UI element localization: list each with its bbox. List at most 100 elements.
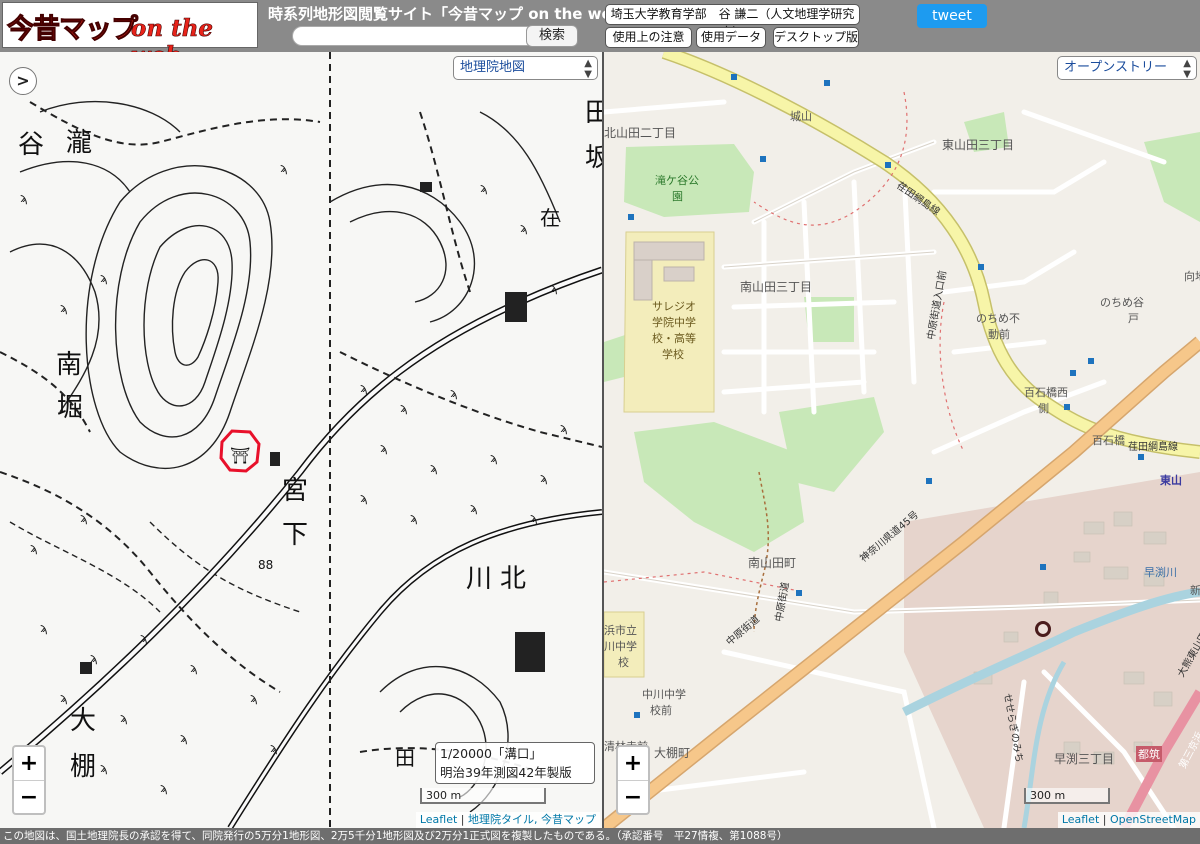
map-label: 園 xyxy=(672,190,683,203)
gsi-tiles-link[interactable]: 地理院タイル, 今昔マップ xyxy=(468,813,596,826)
map-label: 城山 xyxy=(790,110,812,123)
svg-text:ϡ: ϡ xyxy=(450,386,458,400)
map-label: 北 xyxy=(500,564,527,594)
right-layer-select[interactable]: オープンストリー ▲ ▼ xyxy=(1057,56,1197,80)
svg-text:ϡ: ϡ xyxy=(270,741,278,755)
data-used-button[interactable]: 使用データ xyxy=(696,27,766,48)
select-arrows-icon: ▲ ▼ xyxy=(1183,58,1191,80)
map-label: 下 xyxy=(282,520,309,550)
map-label: 百石橋 xyxy=(1092,434,1125,447)
svg-text:ϡ: ϡ xyxy=(530,511,538,525)
map-label: 棚 xyxy=(70,752,97,782)
map-label: 大 xyxy=(70,706,97,736)
search-button[interactable]: 検索 xyxy=(526,25,578,47)
map-label: 向地 xyxy=(1184,270,1200,283)
map-label: 南 xyxy=(56,350,83,380)
zoom-out-button[interactable]: − xyxy=(618,781,648,814)
map-label: 校前 xyxy=(650,704,672,717)
map-label: 川中学 xyxy=(604,640,637,653)
svg-text:ϡ: ϡ xyxy=(360,491,368,505)
map-label: 堀 xyxy=(57,393,84,423)
svg-text:ϡ: ϡ xyxy=(360,381,368,395)
leaflet-link[interactable]: Leaflet xyxy=(420,813,457,826)
right-zoom-control: + − xyxy=(616,745,650,815)
left-attribution: Leaflet | 地理院タイル, 今昔マップ xyxy=(415,812,600,828)
map-label: 学校 xyxy=(662,348,684,361)
elevation-label: 88 xyxy=(258,558,274,572)
site-logo[interactable]: 今昔マップ on the web xyxy=(2,2,258,69)
sidebar-toggle-button[interactable]: > xyxy=(9,67,37,95)
map-label: 瀧 xyxy=(66,128,93,158)
author-link[interactable]: 埼玉大学教育学部 谷 謙二（人文地理学研究室） xyxy=(605,4,860,39)
map-label: 浜市立 xyxy=(604,624,637,637)
svg-text:ϡ: ϡ xyxy=(520,221,528,235)
svg-text:ϡ: ϡ xyxy=(120,711,128,725)
osm-map-pane[interactable]: 北山田二丁目 城山 東山田三丁目 滝ケ谷公 園 南山田三丁目 サレジオ 学院中学… xyxy=(604,52,1200,828)
svg-text:ϡ: ϡ xyxy=(190,661,198,675)
zoom-in-button[interactable]: + xyxy=(618,747,648,781)
svg-text:ϡ: ϡ xyxy=(100,761,108,775)
svg-text:ϡ: ϡ xyxy=(160,781,168,795)
svg-text:ϡ: ϡ xyxy=(40,621,48,635)
svg-text:ϡ: ϡ xyxy=(380,441,388,455)
map-label: 川 xyxy=(466,564,493,594)
svg-text:ϡ: ϡ xyxy=(20,191,28,205)
osm-link[interactable]: OpenStreetMap xyxy=(1110,813,1196,826)
tweet-button[interactable]: tweet xyxy=(917,4,987,28)
location-marker-icon[interactable] xyxy=(1035,621,1051,637)
map-label: 宮 xyxy=(282,476,309,506)
map-label: 北山田二丁目 xyxy=(604,126,677,140)
left-scale-bar: 300 m xyxy=(420,788,546,804)
right-attribution: Leaflet | OpenStreetMap xyxy=(1057,812,1200,828)
desktop-version-button[interactable]: デスクトップ版 xyxy=(773,27,859,48)
select-arrows-icon: ▲ ▼ xyxy=(584,58,592,80)
map-label: 田 xyxy=(585,98,602,128)
right-layer-select-value: オープンストリー xyxy=(1064,60,1167,75)
svg-text:⛩: ⛩ xyxy=(230,446,250,465)
copyright-footer: この地図は、国土地理院長の承認を得て、同院発行の5万分1地形図、2万5千分1地形… xyxy=(0,828,1200,844)
map-label: 谷 xyxy=(18,130,45,160)
map-label: 都筑 xyxy=(1136,746,1162,762)
svg-text:ϡ: ϡ xyxy=(490,451,498,465)
left-layer-select[interactable]: 地理院地図 ▲ ▼ xyxy=(453,56,598,80)
map-label: 滝ケ谷公 xyxy=(655,174,699,187)
usage-notes-button[interactable]: 使用上の注意 xyxy=(605,27,692,48)
svg-text:ϡ: ϡ xyxy=(480,181,488,195)
header-bar: 今昔マップ on the web 時系列地形図閲覧サイト「今昔マップ on th… xyxy=(0,0,1200,69)
map-edition-caption: 1/20000「溝口」 明治39年測図42年製版 xyxy=(435,742,595,784)
svg-text:ϡ: ϡ xyxy=(250,691,258,705)
caption-scale-name: 1/20000「溝口」 xyxy=(440,746,542,761)
map-label: 戸 xyxy=(1128,312,1139,325)
svg-text:ϡ: ϡ xyxy=(430,461,438,475)
map-label: 在 xyxy=(540,206,560,230)
svg-text:ϡ: ϡ xyxy=(550,281,558,295)
svg-text:ϡ: ϡ xyxy=(180,731,188,745)
map-label: 中川中学 xyxy=(642,688,686,701)
attribution-separator: | xyxy=(1099,813,1110,826)
svg-text:ϡ: ϡ xyxy=(60,691,68,705)
search-input[interactable] xyxy=(292,26,536,46)
svg-text:ϡ: ϡ xyxy=(280,161,288,175)
right-scale-bar: 300 m xyxy=(1024,788,1110,804)
svg-text:ϡ: ϡ xyxy=(80,511,88,525)
map-label: 田 xyxy=(395,746,415,770)
svg-text:ϡ: ϡ xyxy=(540,471,548,485)
svg-text:ϡ: ϡ xyxy=(560,421,568,435)
leaflet-link[interactable]: Leaflet xyxy=(1062,813,1099,826)
svg-text:ϡ: ϡ xyxy=(470,501,478,515)
svg-text:ϡ: ϡ xyxy=(60,301,68,315)
svg-text:ϡ: ϡ xyxy=(30,541,38,555)
zoom-out-button[interactable]: − xyxy=(14,781,44,814)
logo-japanese: 今昔マップ xyxy=(7,14,139,46)
map-label: 早渕川 xyxy=(1144,566,1177,579)
map-label: のちめ谷 xyxy=(1100,296,1144,309)
map-label: 校・高等 xyxy=(652,332,696,345)
map-label: 学院中学 xyxy=(652,316,696,329)
map-label: 南山田町 xyxy=(748,556,797,570)
left-layer-select-value: 地理院地図 xyxy=(460,60,526,75)
map-label: 坂 xyxy=(585,143,602,173)
historical-map-pane[interactable]: ϡϡϡ ϡϡϡ ϡϡϡ ϡϡϡ ϡϡϡ ϡϡϡ ϡϡϡ ϡϡϡ ϡϡϡ ϡϡϡ … xyxy=(0,52,602,828)
zoom-in-button[interactable]: + xyxy=(14,747,44,781)
site-title: 時系列地形図閲覧サイト「今昔マップ on the web」 xyxy=(268,5,605,23)
attribution-separator: | xyxy=(457,813,468,826)
